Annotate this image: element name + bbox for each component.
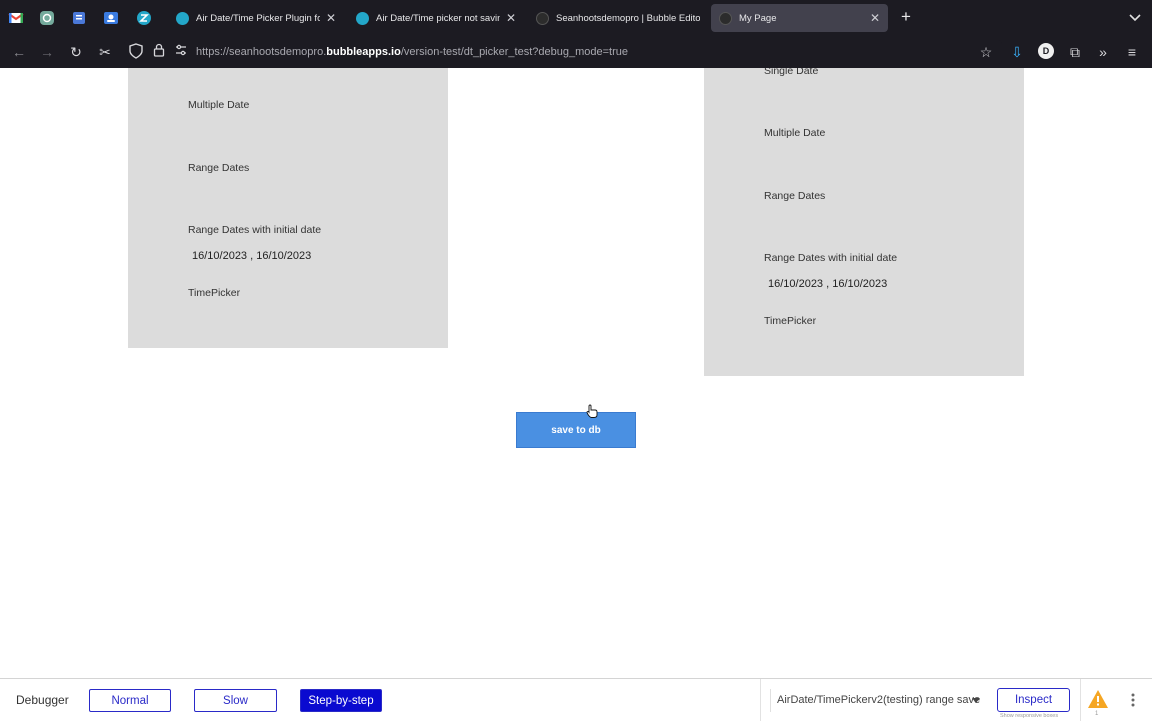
warning-count: 1: [1095, 711, 1099, 717]
multiple-date-label: Multiple Date: [188, 99, 250, 111]
zapier-pinned-tab[interactable]: [135, 9, 153, 27]
forward-icon[interactable]: →: [38, 43, 56, 61]
debugger-title: Debugger: [16, 693, 69, 707]
tab-editor[interactable]: Seanhootsdemopro | Bubble Editor: [528, 4, 708, 32]
show-responsive-boxes-link[interactable]: Show responsive boxes: [1000, 713, 1058, 719]
range-initial-label: Range Dates with initial date: [188, 224, 322, 236]
close-icon[interactable]: ✕: [326, 11, 336, 25]
range-dates-label: Range Dates: [764, 190, 826, 202]
close-icon[interactable]: ✕: [506, 11, 516, 25]
z-icon: [356, 11, 369, 25]
save-to-db-button[interactable]: save to db: [516, 412, 636, 448]
debugger-divider: [760, 679, 761, 721]
select-arrow-icon[interactable]: [972, 698, 980, 703]
url-domain: bubbleapps.io: [326, 46, 401, 58]
range-initial-input[interactable]: 16/10/2023 , 16/10/2023: [192, 250, 311, 262]
range-dates-label: Range Dates: [188, 162, 250, 174]
workflow-select-value: AirDate/TimePickerv2(testing) range save: [777, 694, 981, 706]
tab-bar: Air Date/Time Picker Plugin for Bubble ✕…: [0, 0, 1152, 36]
debugger-bar: Debugger Normal Slow Step-by-step AirDat…: [0, 678, 1152, 721]
slow-mode-button[interactable]: Slow: [194, 689, 277, 712]
url-path: /version-test/dt_picker_test?debug_mode=…: [400, 46, 628, 58]
reload-icon[interactable]: ↻: [67, 43, 85, 61]
left-picker-panel: Multiple Date Range Dates Range Dates wi…: [128, 68, 448, 348]
tab-plugin[interactable]: Air Date/Time Picker Plugin for Bubble ✕: [168, 4, 344, 32]
page-content: Multiple Date Range Dates Range Dates wi…: [0, 68, 1152, 678]
range-initial-label: Range Dates with initial date: [764, 252, 898, 264]
bubble-icon: [536, 11, 549, 25]
step-by-step-button[interactable]: Step-by-step: [300, 689, 382, 712]
screenshot-icon[interactable]: ✂: [96, 43, 114, 61]
tab-my-page[interactable]: My Page ✕: [711, 4, 888, 32]
tab-title: Seanhootsdemopro | Bubble Editor: [556, 12, 700, 24]
shield-icon[interactable]: [127, 43, 145, 61]
overflow-chevrons-icon[interactable]: »: [1094, 43, 1112, 61]
url-bar[interactable]: https://seanhootsdemopro.bubbleapps.io/v…: [124, 40, 1002, 64]
site-settings-icon[interactable]: [172, 43, 190, 61]
tab-title: Air Date/Time Picker Plugin for Bubble: [196, 12, 320, 24]
timepicker-label: TimePicker: [188, 287, 241, 299]
menu-icon[interactable]: ≡: [1123, 43, 1141, 61]
back-icon[interactable]: ←: [10, 43, 28, 61]
profile-avatar[interactable]: D: [1038, 43, 1054, 59]
docs-icon: [73, 12, 85, 24]
bookmark-star-icon[interactable]: ☆: [977, 43, 995, 61]
tab-title: Air Date/Time picker not saving: [376, 12, 500, 24]
gmail-icon: [8, 13, 24, 23]
download-icon[interactable]: ⇩: [1008, 43, 1026, 61]
hand-cursor-icon: [586, 404, 598, 418]
debugger-divider-right: [1080, 679, 1081, 721]
single-date-label: Single Date: [764, 68, 819, 77]
nav-bar: ← → ↻ ✂ https://seanhootsdemopro.bubblea…: [0, 36, 1152, 68]
warning-icon[interactable]: [1087, 689, 1109, 709]
more-options-icon[interactable]: [1128, 691, 1138, 709]
z-icon: [176, 11, 189, 25]
multiple-date-label: Multiple Date: [764, 127, 826, 139]
chatgpt-pinned-tab[interactable]: [38, 9, 56, 27]
contacts-icon: [104, 12, 118, 24]
extensions-icon[interactable]: ⧉: [1066, 43, 1084, 61]
gmail-pinned-tab[interactable]: [7, 9, 25, 27]
lock-icon[interactable]: [150, 43, 168, 61]
contacts-pinned-tab[interactable]: [102, 9, 120, 27]
tab-list-chevron-icon[interactable]: [1128, 10, 1142, 24]
z-icon: [137, 11, 151, 25]
timepicker-label: TimePicker: [764, 315, 817, 327]
browser-chrome: Air Date/Time Picker Plugin for Bubble ✕…: [0, 0, 1152, 68]
workflow-select[interactable]: AirDate/TimePickerv2(testing) range save: [770, 689, 988, 712]
docs-pinned-tab[interactable]: [70, 9, 88, 27]
new-tab-button[interactable]: +: [898, 7, 914, 27]
inspect-button[interactable]: Inspect: [997, 688, 1070, 712]
tab-forum[interactable]: Air Date/Time picker not saving ✕: [348, 4, 524, 32]
close-icon[interactable]: ✕: [870, 11, 880, 25]
chatgpt-icon: [40, 11, 54, 25]
right-picker-panel: Single Date Multiple Date Range Dates Ra…: [704, 68, 1024, 376]
url-prefix: https://seanhootsdemopro.: [196, 46, 327, 58]
normal-mode-button[interactable]: Normal: [89, 689, 171, 712]
bubble-icon: [719, 11, 732, 25]
tab-title: My Page: [739, 12, 777, 24]
range-initial-input[interactable]: 16/10/2023 , 16/10/2023: [768, 278, 887, 290]
